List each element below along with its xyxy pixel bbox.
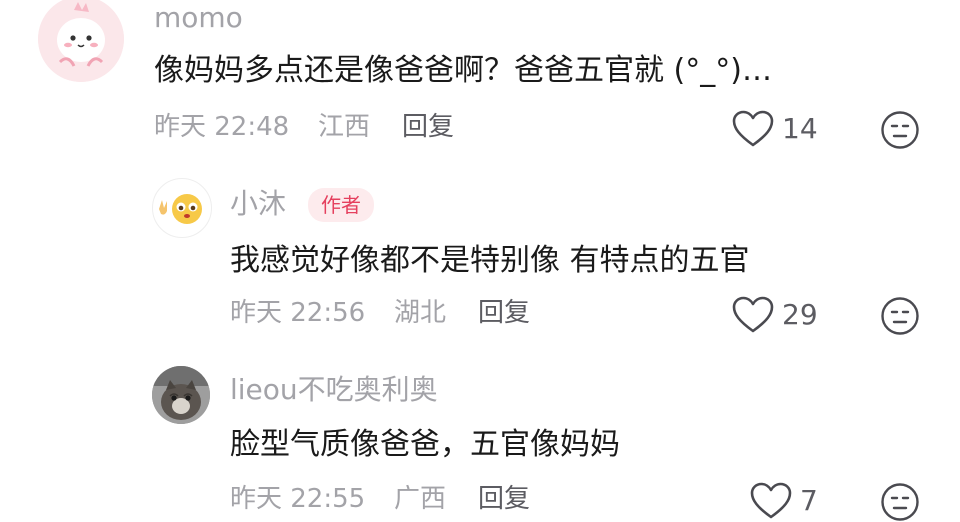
reply-button[interactable]: 回复 [478, 486, 530, 512]
avatar[interactable] [38, 0, 124, 82]
like-button[interactable]: 14 [732, 110, 818, 148]
comment-time: 昨天 22:55 [230, 484, 366, 514]
cat-photo-avatar-icon [152, 366, 210, 424]
dislike-icon[interactable] [880, 482, 920, 522]
author-badge: 作者 [308, 188, 374, 222]
reply-item: 小沐 作者 我感觉好像都不是特别像 有特点的五官 昨天 22:56 湖北 回复 … [0, 170, 960, 350]
heart-icon [732, 110, 774, 147]
comment-username[interactable]: momo [154, 4, 243, 32]
reply-button[interactable]: 回复 [478, 300, 530, 326]
pink-dinosaur-avatar-icon [38, 0, 124, 82]
comment-time: 昨天 22:48 [154, 112, 290, 142]
heart-icon [732, 296, 774, 333]
comment-username[interactable]: lieou不吃奥利奥 [230, 376, 438, 404]
reply-button[interactable]: 回复 [402, 114, 454, 140]
comment-item: momo 像妈妈多点还是像爸爸啊？爸爸五官就 (°_°)… 昨天 22:48 江… [0, 0, 960, 170]
avatar[interactable] [152, 366, 210, 424]
dislike-icon[interactable] [880, 110, 920, 150]
comment-location: 广西 [394, 484, 447, 514]
comment-time: 昨天 22:56 [230, 298, 366, 328]
like-count: 14 [782, 112, 818, 145]
heart-icon [750, 482, 792, 519]
reply-item: lieou不吃奥利奥 脸型气质像爸爸，五官像妈妈 昨天 22:55 广西 回复 … [0, 350, 960, 522]
comment-text: 像妈妈多点还是像爸爸啊？爸爸五官就 (°_°)… [154, 53, 772, 88]
comment-location: 湖北 [394, 298, 447, 328]
dislike-icon[interactable] [880, 296, 920, 336]
like-count: 7 [800, 484, 818, 517]
comment-text: 我感觉好像都不是特别像 有特点的五官 [230, 243, 750, 278]
comment-location: 江西 [318, 112, 371, 142]
comment-username[interactable]: 小沐 [230, 190, 286, 218]
peace-emoji-avatar-icon [159, 194, 202, 224]
avatar[interactable] [152, 178, 212, 238]
comment-text: 脸型气质像爸爸，五官像妈妈 [230, 427, 620, 462]
like-button[interactable]: 7 [750, 482, 818, 520]
like-count: 29 [782, 298, 818, 331]
like-button[interactable]: 29 [732, 296, 818, 334]
